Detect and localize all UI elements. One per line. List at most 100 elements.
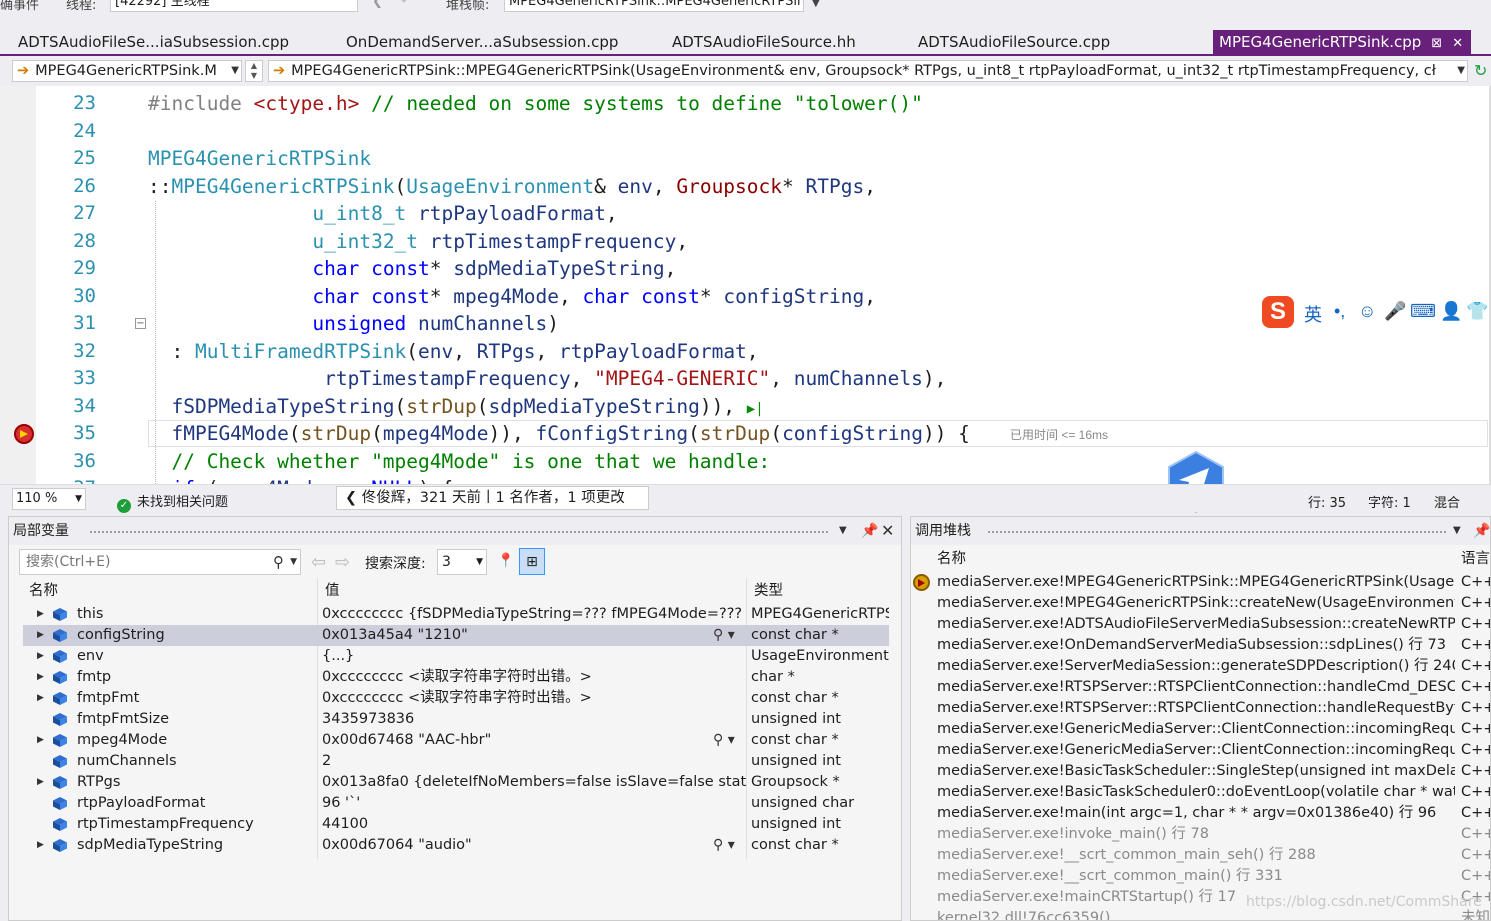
variable-value[interactable]: 0x00d67468 "AAC-hbr" <box>322 730 747 751</box>
chevron-down-icon[interactable]: ▼ <box>1453 517 1461 545</box>
tab-mpeg4-generic-rtpsink-cpp[interactable]: MPEG4GenericRTPSink.cpp ⊠ ✕ <box>1213 30 1471 54</box>
close-icon[interactable]: ✕ <box>881 517 894 545</box>
chevron-down-icon[interactable]: ▼ <box>839 517 847 545</box>
thread-combo[interactable]: [42292] 主线程 <box>110 0 358 12</box>
hex-display-button[interactable]: ⊞ <box>519 548 545 575</box>
search-icon[interactable]: ⚲ <box>273 550 284 574</box>
expand-icon[interactable]: ▶ <box>37 772 44 793</box>
locals-row[interactable]: rtpPayloadFormat 96 '`' unsigned char <box>23 793 889 814</box>
collapse-icon[interactable]: − <box>135 318 146 329</box>
callstack-frame[interactable]: mediaServer.exe!ServerMediaSession::gene… <box>911 656 1490 677</box>
column-language[interactable]: 语言 <box>1461 547 1490 571</box>
locals-row[interactable]: numChannels 2 unsigned int <box>23 751 889 772</box>
variable-value[interactable]: 0x013a8fa0 {deleteIfNoMembers=false isSl… <box>322 772 747 793</box>
locals-row[interactable]: fmtpFmtSize 3435973836 unsigned int <box>23 709 889 730</box>
pin-to-source-icon[interactable]: 📍 <box>493 548 519 575</box>
member-combo[interactable]: ➔ MPEG4GenericRTPSink::MPEG4GenericRTPSin… <box>268 60 1468 82</box>
variable-value[interactable]: 96 '`' <box>322 793 747 814</box>
tab-adts-source-cpp[interactable]: ADTSAudioFileSource.cpp <box>918 30 1110 54</box>
variable-value[interactable]: 44100 <box>322 814 747 835</box>
ime-language-toggle[interactable]: 英 <box>1304 301 1322 327</box>
callstack-frame[interactable]: mediaServer.exe!BasicTaskScheduler0::doE… <box>911 782 1490 803</box>
code-editor[interactable]: 23 #include <ctype.h> // needed on some … <box>0 86 1491 484</box>
callstack-frame[interactable]: mediaServer.exe!BasicTaskScheduler::Sing… <box>911 761 1490 782</box>
pin-icon[interactable]: 📌 <box>1473 517 1490 545</box>
callstack-frame[interactable]: mediaServer.exe!GenericMediaServer::Clie… <box>911 719 1490 740</box>
callstack-frame[interactable]: mediaServer.exe!ADTSAudioFileServerMedia… <box>911 614 1490 635</box>
locals-row[interactable]: ▶ configString 0x013a45a4 "1210" ⚲ ▾ const c… <box>23 625 889 646</box>
expand-icon[interactable]: ▶ <box>37 688 44 709</box>
locals-row[interactable]: ▶ RTPgs 0x013a8fa0 {deleteIfNoMembers=fals… <box>23 772 889 793</box>
text-visualizer-icon[interactable]: ⚲ ▾ <box>713 835 735 856</box>
git-blame-info[interactable]: ❮ 佟俊辉，321 天前丨1 名作者，1 项更改 <box>336 486 649 510</box>
locals-row[interactable]: ▶ fmtp 0xcccccccc <读取字符串字符时出错。> char * <box>23 667 889 688</box>
breakpoint-current-icon[interactable] <box>14 424 34 444</box>
pin-icon[interactable]: 📌 <box>861 517 878 545</box>
variable-value[interactable]: 0xcccccccc <读取字符串字符时出错。> <box>322 688 747 709</box>
sogou-logo-icon[interactable]: S <box>1262 296 1294 328</box>
text-visualizer-icon[interactable]: ⚲ ▾ <box>713 730 735 751</box>
locals-row[interactable]: ▶ mpeg4Mode 0x00d67468 "AAC-hbr" ⚲ ▾ const c… <box>23 730 889 751</box>
toolbar-overflow-icon[interactable]: ▼ <box>812 0 820 9</box>
column-type[interactable]: 类型 <box>754 579 783 603</box>
locals-row[interactable]: ▶ fmtpFmt 0xcccccccc <读取字符串字符时出错。> const ch… <box>23 688 889 709</box>
user-icon[interactable]: 👤 <box>1440 301 1462 322</box>
tab-adts-source-hh[interactable]: ADTSAudioFileSource.hh <box>672 30 856 54</box>
sync-icon[interactable]: ↻ <box>1474 61 1487 80</box>
issues-indicator[interactable]: ✓ 未找到相关问题 <box>117 491 228 513</box>
variable-value[interactable]: 0x00d67064 "audio" <box>322 835 747 856</box>
column-name[interactable]: 名称 <box>29 579 58 603</box>
tab-ondemand-subsession-cpp[interactable]: OnDemandServer...aSubsession.cpp <box>346 30 618 54</box>
locals-search-input[interactable]: 搜索(Ctrl+E) ⚲ ▼ <box>19 549 301 575</box>
stackframe-combo[interactable]: MPEG4GenericRTPSink::MPEG4GenericRTPSink <box>504 0 804 12</box>
callstack-frame[interactable]: mediaServer.exe!invoke_main() 行 78 C++ <box>911 824 1490 845</box>
ime-toolbar[interactable]: S 英 •, ☺ 🎤 ⌨ 👤 👕 <box>1262 296 1491 328</box>
search-forward-icon[interactable]: ⇨ <box>335 552 350 573</box>
callstack-frame[interactable]: mediaServer.exe!__scrt_common_main_seh()… <box>911 845 1490 866</box>
expand-icon[interactable]: ▶ <box>37 730 44 751</box>
scope-spinner[interactable]: ▲ ▼ <box>245 60 263 82</box>
zoom-combo[interactable]: 110 % ▼ <box>12 488 86 510</box>
locals-row[interactable]: ▶ this 0xcccccccc {fSDPMediaTypeString=???… <box>23 604 889 625</box>
variable-value[interactable]: {...} <box>322 646 747 667</box>
scope-combo[interactable]: ➔ MPEG4GenericRTPSink.Μ ▼ <box>12 60 242 82</box>
drag-grip[interactable] <box>89 530 829 535</box>
keyboard-icon[interactable]: ⌨ <box>1410 301 1436 322</box>
depth-combo[interactable]: 3 ▼ <box>437 549 487 575</box>
locals-row[interactable]: rtpTimestampFrequency 44100 unsigned int <box>23 814 889 835</box>
column-value[interactable]: 值 <box>325 579 340 603</box>
callstack-frame[interactable]: mediaServer.exe!MPEG4GenericRTPSink::MPE… <box>911 572 1490 593</box>
close-icon[interactable]: ✕ <box>1452 32 1463 56</box>
microphone-icon[interactable]: 🎤 <box>1384 301 1406 322</box>
forward-icon[interactable]: ↷ <box>396 0 407 9</box>
drag-grip[interactable] <box>987 530 1447 535</box>
text-visualizer-icon[interactable]: ⚲ ▾ <box>713 625 735 646</box>
column-name[interactable]: 名称 <box>937 547 966 571</box>
variable-value[interactable]: 0xcccccccc {fSDPMediaTypeString=??? fMPE… <box>322 604 747 625</box>
variable-value[interactable]: 0x013a45a4 "1210" <box>322 625 747 646</box>
callstack-frame[interactable]: mediaServer.exe!RTSPServer::RTSPClientCo… <box>911 677 1490 698</box>
variable-value[interactable]: 3435973836 <box>322 709 747 730</box>
emoji-icon[interactable]: ☺ <box>1358 301 1376 322</box>
locals-row[interactable]: ▶ sdpMediaTypeString 0x00d67064 "audio" ⚲ ▾… <box>23 835 889 856</box>
callstack-frame[interactable]: mediaServer.exe!OnDemandServerMediaSubse… <box>911 635 1490 656</box>
expand-icon[interactable]: ▶ <box>37 835 44 856</box>
pin-icon[interactable]: ⊠ <box>1431 32 1442 56</box>
variable-value[interactable]: 0xcccccccc <读取字符串字符时出错。> <box>322 667 747 688</box>
search-back-icon[interactable]: ⇦ <box>311 552 326 573</box>
callstack-frame[interactable]: mediaServer.exe!RTSPServer::RTSPClientCo… <box>911 698 1490 719</box>
expand-icon[interactable]: ▶ <box>37 604 44 625</box>
expand-icon[interactable]: ▶ <box>37 646 44 667</box>
callstack-frame[interactable]: mediaServer.exe!main(int argc=1, char * … <box>911 803 1490 824</box>
variable-value[interactable]: 2 <box>322 751 747 772</box>
skin-icon[interactable]: 👕 <box>1466 301 1488 322</box>
chevron-down-icon[interactable]: ▼ <box>290 550 297 574</box>
punctuation-icon[interactable]: •, <box>1334 301 1345 322</box>
callstack-frame[interactable]: mediaServer.exe!__scrt_common_main() 行 3… <box>911 866 1490 887</box>
tab-adts-subsession-cpp[interactable]: ADTSAudioFileSe...iaSubsession.cpp <box>18 30 289 54</box>
callstack-frame[interactable]: mediaServer.exe!GenericMediaServer::Clie… <box>911 740 1490 761</box>
locals-row[interactable]: ▶ env {...}UsageEnvironment ... <box>23 646 889 667</box>
expand-icon[interactable]: ▶ <box>37 667 44 688</box>
back-icon[interactable]: ❮ <box>372 0 383 9</box>
callstack-frame[interactable]: mediaServer.exe!MPEG4GenericRTPSink::cre… <box>911 593 1490 614</box>
